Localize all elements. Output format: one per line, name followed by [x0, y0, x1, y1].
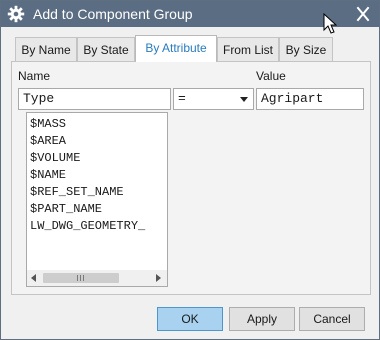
tab-from-list[interactable]: From List [217, 37, 279, 61]
apply-button[interactable]: Apply [229, 307, 295, 331]
scroll-right-icon[interactable] [156, 274, 161, 282]
operator-text: = [178, 91, 186, 106]
list-item[interactable]: $NAME [30, 167, 66, 183]
chevron-down-icon [240, 97, 248, 102]
gear-icon [7, 5, 25, 23]
operator-dropdown[interactable]: = [173, 88, 254, 110]
value-label: Value [256, 69, 286, 83]
tab-by-state[interactable]: By State [77, 37, 135, 61]
cancel-button[interactable]: Cancel [299, 307, 365, 331]
tab-by-size[interactable]: By Size [279, 37, 333, 61]
grip-line [80, 275, 81, 281]
grip-line [77, 275, 78, 281]
scroll-left-icon[interactable] [31, 274, 36, 282]
list-item[interactable]: $VOLUME [30, 150, 80, 166]
list-item[interactable]: $REF_SET_NAME [30, 184, 124, 200]
tab-by-attribute[interactable]: By Attribute [135, 35, 217, 62]
close-icon[interactable] [353, 5, 373, 23]
window-title: Add to Component Group [33, 6, 193, 22]
attribute-value-text: Agripart [261, 91, 324, 106]
attribute-value-field[interactable]: Agripart [256, 88, 364, 110]
list-item[interactable]: $MASS [30, 116, 66, 132]
mouse-cursor-icon [323, 13, 337, 34]
grip-line [83, 275, 84, 281]
list-item[interactable]: LW_DWG_GEOMETRY_ [30, 218, 145, 234]
list-item[interactable]: $AREA [30, 133, 66, 149]
attribute-list[interactable]: $MASS $AREA $VOLUME $NAME $REF_SET_NAME … [26, 112, 168, 287]
name-label: Name [18, 69, 51, 83]
scroll-thumb[interactable] [43, 273, 119, 283]
attribute-name-field[interactable]: Type [18, 88, 171, 110]
add-to-component-group-dialog: Add to Component Group By Name By State … [0, 0, 380, 340]
attribute-name-text: Type [23, 91, 55, 106]
horizontal-scrollbar[interactable] [27, 270, 167, 286]
tab-by-name[interactable]: By Name [15, 37, 77, 61]
list-item[interactable]: $PART_NAME [30, 201, 102, 217]
ok-button[interactable]: OK [157, 307, 223, 331]
